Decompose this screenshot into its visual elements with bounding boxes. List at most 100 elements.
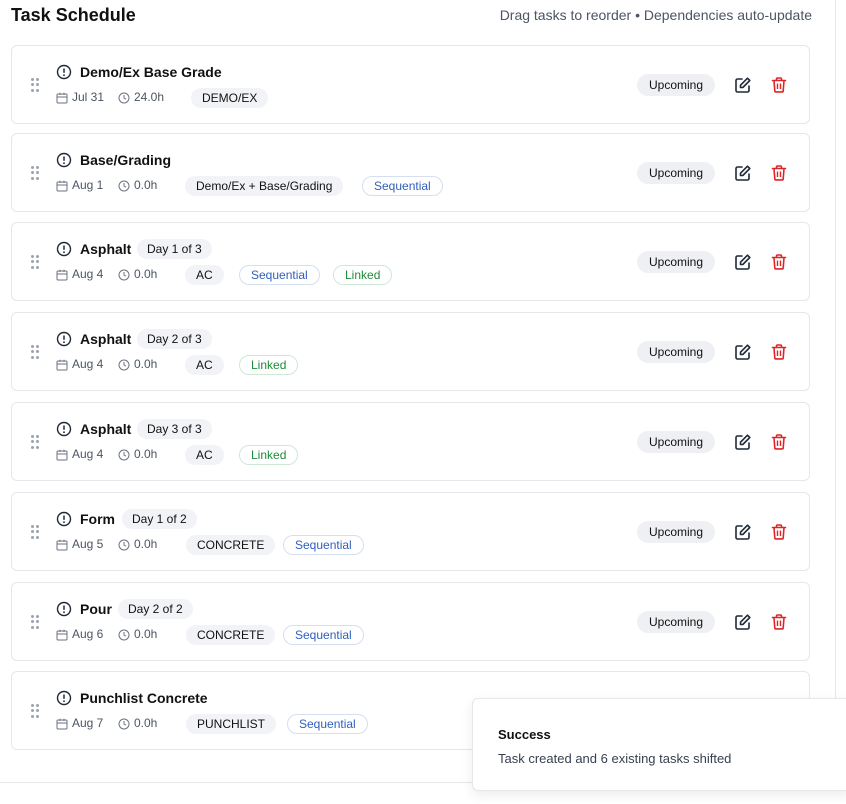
task-date: Aug 4	[72, 447, 104, 461]
clock-icon	[118, 449, 130, 461]
task-hours: 0.0h	[134, 267, 158, 281]
calendar-icon	[56, 449, 68, 461]
sequential-badge: Sequential	[283, 625, 364, 645]
alert-circle-icon	[56, 64, 72, 80]
status-badge: Upcoming	[637, 521, 715, 543]
trash-icon[interactable]	[770, 523, 788, 541]
task-name: Demo/Ex Base Grade	[80, 64, 222, 80]
grip-vertical-icon[interactable]	[31, 166, 39, 180]
day-badge: Day 3 of 3	[137, 419, 212, 439]
task-name: Pour	[80, 601, 112, 617]
alert-circle-icon	[56, 421, 72, 437]
sequential-badge: Sequential	[239, 265, 320, 285]
day-badge: Day 2 of 3	[137, 329, 212, 349]
task-card[interactable]: Base/Grading Aug 1 0.0h Demo/Ex + Base/G…	[11, 133, 810, 212]
grip-vertical-icon[interactable]	[31, 615, 39, 629]
grip-vertical-icon[interactable]	[31, 345, 39, 359]
task-tag: DEMO/EX	[191, 88, 269, 108]
task-hours: 0.0h	[134, 716, 158, 730]
task-card[interactable]: Demo/Ex Base Grade Jul 31 24.0h DEMO/EX …	[11, 45, 810, 124]
task-date: Jul 31	[72, 90, 105, 104]
calendar-icon	[56, 180, 68, 192]
linked-badge: Linked	[333, 265, 393, 285]
task-date: Aug 7	[72, 716, 104, 730]
task-tag: AC	[185, 265, 224, 285]
task-tag: AC	[185, 355, 224, 375]
day-badge: Day 1 of 3	[137, 239, 212, 259]
calendar-icon	[56, 718, 68, 730]
calendar-icon	[56, 92, 68, 104]
edit-icon[interactable]	[734, 253, 752, 271]
grip-vertical-icon[interactable]	[31, 78, 39, 92]
task-hours: 0.0h	[134, 178, 158, 192]
task-hours: 0.0h	[134, 537, 158, 551]
status-badge: Upcoming	[637, 341, 715, 363]
edit-icon[interactable]	[734, 523, 752, 541]
alert-circle-icon	[56, 331, 72, 347]
success-toast[interactable]: Success Task created and 6 existing task…	[472, 698, 846, 791]
alert-circle-icon	[56, 152, 72, 168]
grip-vertical-icon[interactable]	[31, 704, 39, 718]
edit-icon[interactable]	[734, 613, 752, 631]
calendar-icon	[56, 629, 68, 641]
divider	[835, 0, 836, 782]
task-card[interactable]: Pour Day 2 of 2 Aug 6 0.0h CONCRETE Sequ…	[11, 582, 810, 661]
day-badge: Day 2 of 2	[118, 599, 193, 619]
alert-circle-icon	[56, 241, 72, 257]
linked-badge: Linked	[239, 355, 299, 375]
sequential-badge: Sequential	[283, 535, 364, 555]
toast-message: Task created and 6 existing tasks shifte…	[498, 751, 732, 766]
task-card[interactable]: Asphalt Day 2 of 3 Aug 4 0.0h AC Linked …	[11, 312, 810, 391]
task-card[interactable]: Asphalt Day 3 of 3 Aug 4 0.0h AC Linked …	[11, 402, 810, 481]
clock-icon	[118, 180, 130, 192]
status-badge: Upcoming	[637, 74, 715, 96]
task-name: Base/Grading	[80, 152, 172, 168]
clock-icon	[118, 359, 130, 371]
edit-icon[interactable]	[734, 76, 752, 94]
task-card[interactable]: Form Day 1 of 2 Aug 5 0.0h CONCRETE Sequ…	[11, 492, 810, 571]
trash-icon[interactable]	[770, 253, 788, 271]
task-tag: AC	[185, 445, 224, 465]
reorder-hint: Drag tasks to reorder • Dependencies aut…	[499, 7, 812, 23]
grip-vertical-icon[interactable]	[31, 435, 39, 449]
trash-icon[interactable]	[770, 613, 788, 631]
calendar-icon	[56, 539, 68, 551]
trash-icon[interactable]	[770, 433, 788, 451]
divider	[0, 782, 472, 783]
calendar-icon	[56, 359, 68, 371]
status-badge: Upcoming	[637, 251, 715, 273]
task-tag: PUNCHLIST	[186, 714, 277, 734]
task-name: Punchlist Concrete	[80, 690, 208, 706]
task-hours: 0.0h	[134, 447, 158, 461]
sequential-badge: Sequential	[362, 176, 443, 196]
task-name: Form	[80, 511, 115, 527]
edit-icon[interactable]	[734, 433, 752, 451]
grip-vertical-icon[interactable]	[31, 255, 39, 269]
trash-icon[interactable]	[770, 164, 788, 182]
alert-circle-icon	[56, 690, 72, 706]
linked-badge: Linked	[239, 445, 299, 465]
page-title: Task Schedule	[11, 5, 136, 25]
task-hours: 0.0h	[134, 357, 158, 371]
status-badge: Upcoming	[637, 162, 715, 184]
edit-icon[interactable]	[734, 164, 752, 182]
trash-icon[interactable]	[770, 76, 788, 94]
edit-icon[interactable]	[734, 343, 752, 361]
task-card[interactable]: Asphalt Day 1 of 3 Aug 4 0.0h AC Sequent…	[11, 222, 810, 301]
clock-icon	[118, 92, 130, 104]
calendar-icon	[56, 269, 68, 281]
sequential-badge: Sequential	[287, 714, 368, 734]
task-date: Aug 4	[72, 267, 104, 281]
task-name: Asphalt	[80, 331, 132, 347]
schedule-header: Task Schedule Drag tasks to reorder • De…	[11, 0, 812, 34]
toast-title: Success	[498, 727, 551, 742]
task-date: Aug 5	[72, 537, 104, 551]
task-date: Aug 4	[72, 357, 104, 371]
trash-icon[interactable]	[770, 343, 788, 361]
task-tag: CONCRETE	[186, 625, 276, 645]
task-hours: 24.0h	[134, 90, 165, 104]
grip-vertical-icon[interactable]	[31, 525, 39, 539]
task-name: Asphalt	[80, 241, 132, 257]
task-tag: CONCRETE	[186, 535, 276, 555]
task-date: Aug 1	[72, 178, 104, 192]
